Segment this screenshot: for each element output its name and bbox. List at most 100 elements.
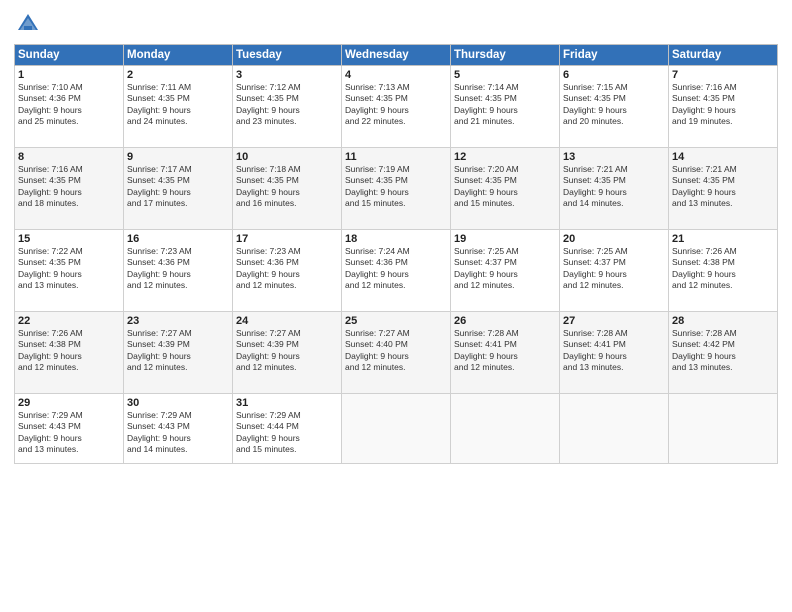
calendar-cell: 9Sunrise: 7:17 AMSunset: 4:35 PMDaylight… bbox=[124, 148, 233, 230]
day-info: Sunrise: 7:26 AMSunset: 4:38 PMDaylight:… bbox=[672, 246, 774, 292]
day-number: 17 bbox=[236, 233, 338, 245]
day-info: Sunrise: 7:28 AMSunset: 4:41 PMDaylight:… bbox=[563, 328, 665, 374]
header-row: SundayMondayTuesdayWednesdayThursdayFrid… bbox=[15, 45, 778, 66]
calendar-cell: 18Sunrise: 7:24 AMSunset: 4:36 PMDayligh… bbox=[342, 230, 451, 312]
day-info: Sunrise: 7:23 AMSunset: 4:36 PMDaylight:… bbox=[236, 246, 338, 292]
day-info: Sunrise: 7:11 AMSunset: 4:35 PMDaylight:… bbox=[127, 82, 229, 128]
day-info: Sunrise: 7:27 AMSunset: 4:39 PMDaylight:… bbox=[127, 328, 229, 374]
calendar-cell bbox=[560, 394, 669, 464]
calendar-week-row: 15Sunrise: 7:22 AMSunset: 4:35 PMDayligh… bbox=[15, 230, 778, 312]
calendar-cell: 2Sunrise: 7:11 AMSunset: 4:35 PMDaylight… bbox=[124, 66, 233, 148]
calendar-cell: 21Sunrise: 7:26 AMSunset: 4:38 PMDayligh… bbox=[669, 230, 778, 312]
day-info: Sunrise: 7:27 AMSunset: 4:39 PMDaylight:… bbox=[236, 328, 338, 374]
day-info: Sunrise: 7:26 AMSunset: 4:38 PMDaylight:… bbox=[18, 328, 120, 374]
day-number: 28 bbox=[672, 315, 774, 327]
calendar-week-row: 29Sunrise: 7:29 AMSunset: 4:43 PMDayligh… bbox=[15, 394, 778, 464]
day-number: 10 bbox=[236, 151, 338, 163]
calendar-cell: 7Sunrise: 7:16 AMSunset: 4:35 PMDaylight… bbox=[669, 66, 778, 148]
day-number: 24 bbox=[236, 315, 338, 327]
day-number: 16 bbox=[127, 233, 229, 245]
calendar-cell: 5Sunrise: 7:14 AMSunset: 4:35 PMDaylight… bbox=[451, 66, 560, 148]
calendar-table: SundayMondayTuesdayWednesdayThursdayFrid… bbox=[14, 44, 778, 464]
day-number: 1 bbox=[18, 69, 120, 81]
calendar-cell bbox=[451, 394, 560, 464]
day-number: 21 bbox=[672, 233, 774, 245]
calendar-cell: 28Sunrise: 7:28 AMSunset: 4:42 PMDayligh… bbox=[669, 312, 778, 394]
day-number: 25 bbox=[345, 315, 447, 327]
day-header: Monday bbox=[124, 45, 233, 66]
day-info: Sunrise: 7:18 AMSunset: 4:35 PMDaylight:… bbox=[236, 164, 338, 210]
calendar-cell: 11Sunrise: 7:19 AMSunset: 4:35 PMDayligh… bbox=[342, 148, 451, 230]
day-info: Sunrise: 7:22 AMSunset: 4:35 PMDaylight:… bbox=[18, 246, 120, 292]
day-info: Sunrise: 7:28 AMSunset: 4:41 PMDaylight:… bbox=[454, 328, 556, 374]
day-info: Sunrise: 7:21 AMSunset: 4:35 PMDaylight:… bbox=[563, 164, 665, 210]
day-info: Sunrise: 7:25 AMSunset: 4:37 PMDaylight:… bbox=[563, 246, 665, 292]
calendar-cell: 24Sunrise: 7:27 AMSunset: 4:39 PMDayligh… bbox=[233, 312, 342, 394]
calendar-cell: 25Sunrise: 7:27 AMSunset: 4:40 PMDayligh… bbox=[342, 312, 451, 394]
day-header: Wednesday bbox=[342, 45, 451, 66]
header bbox=[14, 10, 778, 38]
calendar-week-row: 1Sunrise: 7:10 AMSunset: 4:36 PMDaylight… bbox=[15, 66, 778, 148]
day-info: Sunrise: 7:12 AMSunset: 4:35 PMDaylight:… bbox=[236, 82, 338, 128]
day-number: 9 bbox=[127, 151, 229, 163]
day-number: 19 bbox=[454, 233, 556, 245]
calendar-cell: 4Sunrise: 7:13 AMSunset: 4:35 PMDaylight… bbox=[342, 66, 451, 148]
day-number: 2 bbox=[127, 69, 229, 81]
day-number: 11 bbox=[345, 151, 447, 163]
calendar-cell: 15Sunrise: 7:22 AMSunset: 4:35 PMDayligh… bbox=[15, 230, 124, 312]
calendar-cell: 30Sunrise: 7:29 AMSunset: 4:43 PMDayligh… bbox=[124, 394, 233, 464]
day-info: Sunrise: 7:29 AMSunset: 4:44 PMDaylight:… bbox=[236, 410, 338, 456]
calendar-cell: 27Sunrise: 7:28 AMSunset: 4:41 PMDayligh… bbox=[560, 312, 669, 394]
day-number: 4 bbox=[345, 69, 447, 81]
calendar-cell: 10Sunrise: 7:18 AMSunset: 4:35 PMDayligh… bbox=[233, 148, 342, 230]
day-number: 7 bbox=[672, 69, 774, 81]
day-info: Sunrise: 7:16 AMSunset: 4:35 PMDaylight:… bbox=[18, 164, 120, 210]
day-number: 27 bbox=[563, 315, 665, 327]
day-header: Saturday bbox=[669, 45, 778, 66]
calendar-cell: 14Sunrise: 7:21 AMSunset: 4:35 PMDayligh… bbox=[669, 148, 778, 230]
day-number: 15 bbox=[18, 233, 120, 245]
day-info: Sunrise: 7:13 AMSunset: 4:35 PMDaylight:… bbox=[345, 82, 447, 128]
calendar-cell: 6Sunrise: 7:15 AMSunset: 4:35 PMDaylight… bbox=[560, 66, 669, 148]
day-info: Sunrise: 7:10 AMSunset: 4:36 PMDaylight:… bbox=[18, 82, 120, 128]
calendar-cell: 12Sunrise: 7:20 AMSunset: 4:35 PMDayligh… bbox=[451, 148, 560, 230]
calendar-cell: 26Sunrise: 7:28 AMSunset: 4:41 PMDayligh… bbox=[451, 312, 560, 394]
day-number: 3 bbox=[236, 69, 338, 81]
calendar-cell: 8Sunrise: 7:16 AMSunset: 4:35 PMDaylight… bbox=[15, 148, 124, 230]
day-info: Sunrise: 7:17 AMSunset: 4:35 PMDaylight:… bbox=[127, 164, 229, 210]
calendar-cell bbox=[342, 394, 451, 464]
day-info: Sunrise: 7:23 AMSunset: 4:36 PMDaylight:… bbox=[127, 246, 229, 292]
day-info: Sunrise: 7:19 AMSunset: 4:35 PMDaylight:… bbox=[345, 164, 447, 210]
calendar-cell: 16Sunrise: 7:23 AMSunset: 4:36 PMDayligh… bbox=[124, 230, 233, 312]
calendar-week-row: 22Sunrise: 7:26 AMSunset: 4:38 PMDayligh… bbox=[15, 312, 778, 394]
day-info: Sunrise: 7:24 AMSunset: 4:36 PMDaylight:… bbox=[345, 246, 447, 292]
day-info: Sunrise: 7:28 AMSunset: 4:42 PMDaylight:… bbox=[672, 328, 774, 374]
calendar-cell: 22Sunrise: 7:26 AMSunset: 4:38 PMDayligh… bbox=[15, 312, 124, 394]
day-info: Sunrise: 7:29 AMSunset: 4:43 PMDaylight:… bbox=[18, 410, 120, 456]
day-number: 26 bbox=[454, 315, 556, 327]
calendar-cell: 17Sunrise: 7:23 AMSunset: 4:36 PMDayligh… bbox=[233, 230, 342, 312]
day-header: Thursday bbox=[451, 45, 560, 66]
day-number: 13 bbox=[563, 151, 665, 163]
page: SundayMondayTuesdayWednesdayThursdayFrid… bbox=[0, 0, 792, 612]
day-number: 5 bbox=[454, 69, 556, 81]
calendar-week-row: 8Sunrise: 7:16 AMSunset: 4:35 PMDaylight… bbox=[15, 148, 778, 230]
calendar-cell: 20Sunrise: 7:25 AMSunset: 4:37 PMDayligh… bbox=[560, 230, 669, 312]
day-number: 22 bbox=[18, 315, 120, 327]
calendar-cell bbox=[669, 394, 778, 464]
day-info: Sunrise: 7:25 AMSunset: 4:37 PMDaylight:… bbox=[454, 246, 556, 292]
day-info: Sunrise: 7:27 AMSunset: 4:40 PMDaylight:… bbox=[345, 328, 447, 374]
logo-icon bbox=[14, 10, 42, 38]
logo bbox=[14, 10, 44, 38]
day-header: Tuesday bbox=[233, 45, 342, 66]
calendar-cell: 1Sunrise: 7:10 AMSunset: 4:36 PMDaylight… bbox=[15, 66, 124, 148]
calendar-cell: 23Sunrise: 7:27 AMSunset: 4:39 PMDayligh… bbox=[124, 312, 233, 394]
day-info: Sunrise: 7:16 AMSunset: 4:35 PMDaylight:… bbox=[672, 82, 774, 128]
day-info: Sunrise: 7:14 AMSunset: 4:35 PMDaylight:… bbox=[454, 82, 556, 128]
calendar-cell: 13Sunrise: 7:21 AMSunset: 4:35 PMDayligh… bbox=[560, 148, 669, 230]
day-info: Sunrise: 7:20 AMSunset: 4:35 PMDaylight:… bbox=[454, 164, 556, 210]
day-number: 30 bbox=[127, 397, 229, 409]
calendar-cell: 3Sunrise: 7:12 AMSunset: 4:35 PMDaylight… bbox=[233, 66, 342, 148]
day-number: 8 bbox=[18, 151, 120, 163]
day-number: 14 bbox=[672, 151, 774, 163]
